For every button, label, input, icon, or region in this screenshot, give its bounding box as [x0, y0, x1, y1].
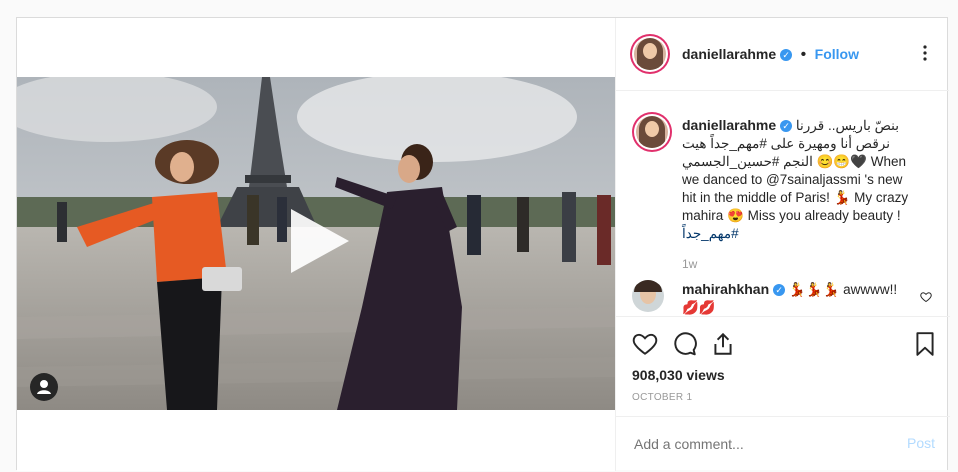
- follow-button[interactable]: Follow: [815, 46, 859, 62]
- post-sidebar: daniellarahme ✓ • Follow daniellarahme ✓ ب…: [615, 18, 950, 472]
- post-header: daniellarahme ✓ • Follow: [616, 18, 949, 91]
- video-player[interactable]: [17, 77, 615, 410]
- caption-line-1: بنصّ باريس.. قررنا: [795, 118, 899, 133]
- post-date[interactable]: OCTOBER 1: [632, 392, 692, 403]
- share-icon[interactable]: [710, 331, 736, 357]
- separator-dot: •: [800, 46, 807, 63]
- post-card: daniellarahme ✓ • Follow daniellarahme ✓ ب…: [16, 17, 950, 472]
- post-comment-button[interactable]: Post: [907, 435, 935, 451]
- verified-badge-icon: ✓: [780, 120, 793, 133]
- like-heart-icon[interactable]: [632, 331, 658, 357]
- verified-badge-icon: ✓: [773, 284, 786, 297]
- media-area: [17, 18, 615, 471]
- header-username[interactable]: daniellarahme: [682, 46, 776, 62]
- hashtag-link[interactable]: #مهم_جداً: [682, 225, 942, 243]
- commenter-username[interactable]: mahirahkhan: [682, 281, 769, 297]
- caption-line-4: we danced to @7sainaljassmi 's new: [682, 172, 903, 187]
- commenter-avatar[interactable]: [632, 280, 664, 312]
- more-options-icon[interactable]: [916, 44, 934, 62]
- comment-input[interactable]: [632, 435, 886, 453]
- comment-text: awwww!!: [843, 282, 898, 297]
- caption-line-3-rtl: النجم #حسين_الجسمي: [682, 154, 813, 169]
- avatar[interactable]: [634, 38, 666, 70]
- bookmark-icon[interactable]: [912, 331, 938, 357]
- caption-line-3-ltr: When: [870, 154, 907, 169]
- verified-badge-icon: ✓: [780, 48, 793, 61]
- caption-line-6: mahira 😍 Miss you already beauty !: [682, 208, 901, 223]
- tagged-users-icon[interactable]: [30, 373, 58, 401]
- caption-username[interactable]: daniellarahme: [682, 117, 776, 133]
- caption-avatar[interactable]: [636, 116, 668, 148]
- view-count[interactable]: 908,030 views: [632, 367, 725, 383]
- comment-bubble-icon[interactable]: [672, 331, 698, 357]
- caption-line-2: نرقص أنا ومهيرة على #مهم_جداً هيت: [682, 136, 891, 151]
- play-icon[interactable]: [287, 207, 351, 275]
- caption-text: daniellarahme ✓ بنصّ باريس.. قررنا نرقص أ…: [682, 116, 942, 273]
- post-actions: 908,030 views OCTOBER 1: [616, 316, 950, 403]
- caption-line-5: hit in the middle of Paris! 💃 My crazy: [682, 190, 909, 205]
- add-comment-bar: Post: [616, 416, 950, 472]
- comment-row: mahirahkhan ✓ 💃💃💃 awwww!! 💋💋: [632, 278, 942, 316]
- like-comment-heart-icon[interactable]: [920, 290, 932, 308]
- caption-timestamp[interactable]: 1w: [682, 255, 942, 273]
